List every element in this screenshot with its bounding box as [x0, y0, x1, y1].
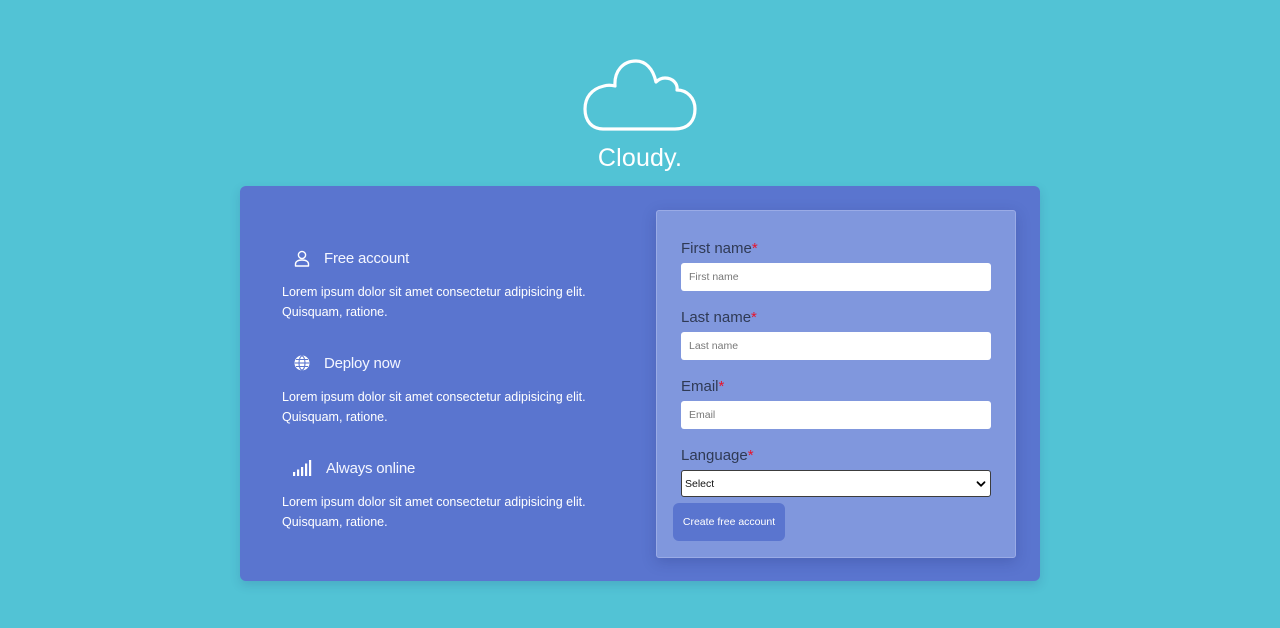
email-label: Email* — [681, 378, 725, 395]
last-name-group: Last name* — [681, 308, 991, 360]
required-marker: * — [751, 240, 758, 257]
last-name-label: Last name* — [681, 309, 757, 326]
create-account-button[interactable]: Create free account — [673, 503, 785, 541]
feature-description: Lorem ipsum dolor sit amet consectetur a… — [282, 390, 586, 424]
user-icon — [292, 248, 312, 268]
feature-title: Deploy now — [324, 354, 401, 372]
brand-name: Cloudy. — [597, 144, 683, 172]
feature-description: Lorem ipsum dolor sit amet consectetur a… — [282, 495, 586, 529]
email-group: Email* — [681, 377, 991, 429]
feature-description: Lorem ipsum dolor sit amet consectetur a… — [282, 285, 586, 319]
first-name-input[interactable] — [681, 263, 991, 291]
feature-free-account: Free account Lorem ipsum dolor sit amet … — [282, 246, 622, 351]
feature-list: Free account Lorem ipsum dolor sit amet … — [282, 246, 622, 561]
feature-title: Always online — [326, 459, 416, 477]
language-select-value: Select — [685, 477, 715, 490]
language-select[interactable]: Select — [681, 470, 991, 497]
signup-form: First name* Last name* Email* Language* … — [656, 210, 1016, 558]
feature-deploy-now: Deploy now Lorem ipsum dolor sit amet co… — [282, 351, 622, 456]
globe-icon — [292, 353, 312, 373]
email-input[interactable] — [681, 401, 991, 429]
language-group: Language* Select — [681, 446, 991, 497]
signup-card: Free account Lorem ipsum dolor sit amet … — [240, 186, 1040, 581]
last-name-input[interactable] — [681, 332, 991, 360]
language-label: Language* — [681, 447, 754, 464]
signup-page: Cloudy. Free account Lorem ipsum dolor s… — [0, 0, 1280, 628]
brand-header: Cloudy. — [0, 58, 1280, 173]
feature-always-online: Always online Lorem ipsum dolor sit amet… — [282, 456, 622, 561]
chevron-down-icon — [976, 480, 986, 487]
required-marker: * — [751, 309, 757, 326]
required-marker: * — [747, 447, 754, 464]
first-name-label: First name* — [681, 240, 758, 257]
required-marker: * — [718, 378, 725, 395]
cloud-icon — [583, 59, 697, 131]
first-name-group: First name* — [681, 239, 991, 291]
feature-title: Free account — [324, 249, 410, 267]
signal-icon — [292, 458, 314, 478]
